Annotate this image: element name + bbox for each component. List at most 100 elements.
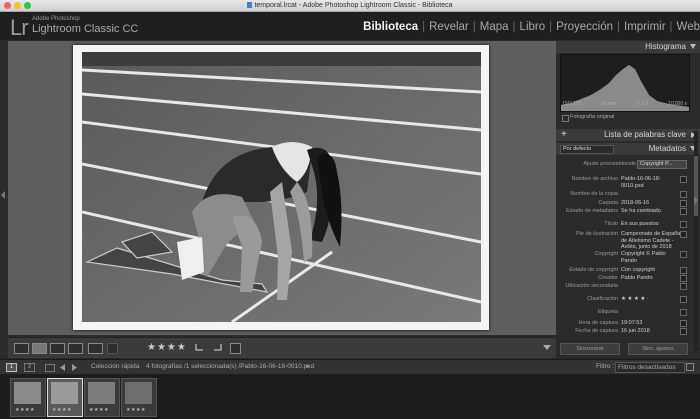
module-web[interactable]: Web: [673, 21, 700, 33]
expand-left-panel-icon[interactable]: [1, 191, 5, 199]
metadata-action-icon[interactable]: [680, 283, 687, 290]
metadata-value[interactable]: Con copyright: [621, 267, 681, 274]
metadata-value[interactable]: Campeonato de España de Atletismo Cadete…: [621, 231, 681, 251]
metadata-value[interactable]: Pablo-16-06-18-0010.psd: [621, 176, 681, 189]
histogram-focal: 50 mm: [600, 101, 617, 107]
filmstrip-thumbnail-selected[interactable]: ★★★★: [47, 378, 83, 417]
filmstrip-source-dropdown-icon[interactable]: ▼: [305, 360, 310, 374]
metadata-key: Clasificación: [587, 296, 618, 302]
metadata-value[interactable]: Copyright © Pablo Pando: [621, 251, 681, 264]
module-biblioteca[interactable]: Biblioteca: [359, 21, 422, 33]
module-imprimir[interactable]: Imprimir: [620, 21, 670, 33]
keyword-list-header[interactable]: + Lista de palabras clave: [556, 129, 700, 141]
collapse-right-panel-icon[interactable]: [694, 196, 699, 205]
collapse-histogram-icon[interactable]: [690, 44, 696, 49]
metadata-key: Nombre de la copia: [570, 191, 618, 197]
metadata-value[interactable]: 16 jun 2018: [621, 328, 681, 335]
histogram-shutter: 1/1000 s: [667, 101, 687, 107]
metadata-action-icon[interactable]: [680, 328, 687, 335]
rotate-left-icon[interactable]: [194, 342, 205, 353]
lightroom-logo: Lr: [10, 15, 29, 40]
sync-metadata-button[interactable]: Sincronizar: [560, 343, 620, 355]
add-keyword-button[interactable]: +: [561, 129, 567, 141]
brand-large: Lightroom Classic CC: [32, 23, 139, 35]
module-picker: Biblioteca | Revelar | Mapa | Libro | Proyección…: [359, 21, 700, 33]
metadata-key: Creador: [598, 275, 618, 281]
histogram-header[interactable]: Histograma: [556, 41, 700, 53]
metadata-action-icon[interactable]: [680, 200, 687, 207]
metadata-action-icon[interactable]: [680, 176, 687, 183]
grid-view-button[interactable]: [14, 343, 29, 354]
people-view-button[interactable]: [88, 343, 103, 354]
thumbnail-image: [51, 382, 78, 404]
info-overlay-icon[interactable]: [230, 343, 241, 354]
app-header: Lr Adobe Photoshop Lightroom Classic CC …: [0, 12, 700, 40]
metadata-preset-selector[interactable]: Copyright P...: [637, 160, 687, 169]
metadata-preset-dropdown[interactable]: Por defecto: [560, 145, 614, 154]
filmstrip-header: 1 2 Colección rápida 4 fotografías /1 se…: [0, 359, 700, 374]
metadata-action-icon[interactable]: [680, 251, 687, 258]
metadata-header[interactable]: Por defecto Metadatos: [556, 143, 700, 155]
module-libro[interactable]: Libro: [516, 21, 550, 33]
module-revelar[interactable]: Revelar: [425, 21, 473, 33]
metadata-action-icon[interactable]: [680, 320, 687, 327]
metadata-key: Ubicación secundaria: [565, 283, 618, 289]
second-window-page-button[interactable]: 2: [24, 363, 35, 372]
compare-view-button[interactable]: [50, 343, 65, 354]
metadata-action-icon[interactable]: [680, 221, 687, 228]
library-toolbar: ★★★★: [8, 337, 556, 358]
histogram-aperture: f / 2,0: [635, 101, 649, 107]
toolbar-rating[interactable]: ★★★★: [147, 342, 187, 353]
forward-arrow-icon[interactable]: [72, 364, 78, 371]
left-panel-collapsed[interactable]: [0, 41, 8, 355]
rotate-right-icon[interactable]: [212, 342, 223, 353]
module-mapa[interactable]: Mapa: [476, 21, 513, 33]
metadata-value[interactable]: Se ha cambiado: [621, 208, 681, 215]
histogram-iso: ISO 100: [563, 101, 582, 107]
filter-lock-icon[interactable]: [686, 363, 694, 371]
sync-settings-button[interactable]: Sinc. ajustes: [628, 343, 688, 355]
metadata-action-icon[interactable]: [680, 231, 687, 238]
histogram: ISO 100 50 mm f / 2,0 1/1000 s: [560, 54, 690, 112]
filmstrip-thumbnail[interactable]: ★★★★: [84, 378, 120, 417]
metadata-value[interactable]: En sus puestos: [621, 221, 681, 228]
filmstrip-count: 4 fotografías /1 seleccionada(s) /Pablo-…: [146, 363, 315, 370]
metadata-key: Pie de ilustración: [576, 231, 618, 237]
filmstrip: ★★★★ ★★★★ ★★★★ ★★★★: [0, 374, 700, 419]
metadata-action-icon[interactable]: [680, 191, 687, 198]
filmstrip-thumbnail[interactable]: ★★★★: [10, 378, 46, 417]
window-title: temporal.lrcat - Adobe Photoshop Lightro…: [254, 2, 453, 9]
metadata-key: Fecha de captura: [575, 328, 618, 334]
metadata-key: Estado de metadatos: [566, 208, 618, 214]
toolbar-options-chevron-icon[interactable]: [543, 345, 551, 351]
metadata-key: Copyright: [594, 251, 618, 257]
document-icon: [247, 2, 253, 8]
module-proyeccion[interactable]: Proyección: [552, 21, 617, 33]
metadata-value[interactable]: Pablo Pando: [621, 275, 681, 282]
metadata-action-icon[interactable]: [680, 275, 687, 282]
main-window-page-button[interactable]: 1: [6, 363, 17, 372]
survey-view-button[interactable]: [68, 343, 83, 354]
metadata-action-icon[interactable]: [680, 267, 687, 274]
metadata-value[interactable]: ★ ★ ★ ★ ·: [621, 296, 681, 303]
thumbnail-image: [14, 382, 41, 404]
metadata-action-icon[interactable]: [680, 296, 687, 303]
right-panel-scroll-thumb[interactable]: [694, 156, 698, 216]
painter-icon[interactable]: [107, 343, 118, 354]
right-panel: Histograma ISO 100 50 mm f / 2,0 1/1000 …: [556, 41, 700, 355]
grid-icon[interactable]: [45, 364, 55, 372]
metadata-value[interactable]: 2018-06-16: [621, 200, 681, 207]
metadata-action-icon[interactable]: [680, 208, 687, 215]
filmstrip-source[interactable]: Colección rápida: [91, 360, 139, 374]
back-arrow-icon[interactable]: [60, 364, 66, 371]
loupe-view-button[interactable]: [32, 343, 47, 354]
main-photo[interactable]: [82, 52, 481, 322]
metadata-value[interactable]: 19:07:53: [621, 320, 681, 327]
thumbnail-image: [88, 382, 115, 404]
metadata-key: Título: [604, 221, 618, 227]
filter-dropdown[interactable]: Filtros desactivados: [615, 362, 685, 373]
metadata-action-icon[interactable]: [680, 309, 687, 316]
filmstrip-thumbnail[interactable]: ★★★★: [121, 378, 157, 417]
original-photo-checkbox[interactable]: [562, 115, 569, 122]
window-titlebar: temporal.lrcat - Adobe Photoshop Lightro…: [0, 0, 700, 12]
